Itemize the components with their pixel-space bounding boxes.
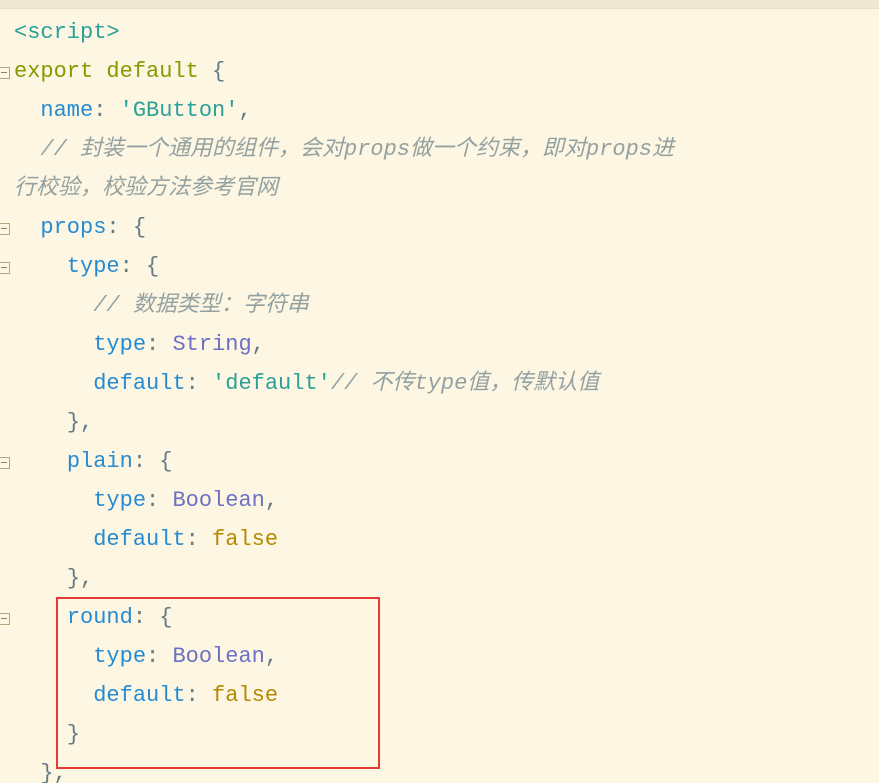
key-type: type	[93, 644, 146, 669]
tab-strip	[0, 0, 879, 9]
comment: // 数据类型：字符串	[93, 293, 309, 318]
comment: // 封装一个通用的组件，会对props做一个约束，即对props进	[40, 137, 674, 162]
code-line: type: String,	[0, 325, 879, 364]
bool-false: false	[212, 683, 278, 708]
fold-icon[interactable]	[0, 457, 10, 469]
fold-icon[interactable]	[0, 223, 10, 235]
code-line: type: Boolean,	[0, 637, 879, 676]
str-default: 'default'	[212, 371, 331, 396]
brace: {	[212, 59, 225, 84]
key-default: default	[93, 527, 185, 552]
code-line: // 封装一个通用的组件，会对props做一个约束，即对props进	[0, 130, 879, 169]
fold-icon[interactable]	[0, 262, 10, 274]
key-props: props	[40, 215, 106, 240]
code-line: round: {	[0, 598, 879, 637]
code-editor[interactable]: <script> export default { name: 'GButton…	[0, 9, 879, 783]
comment: // 不传type值，传默认值	[331, 371, 599, 396]
code-line: 行校验，校验方法参考官网	[0, 169, 879, 208]
fold-icon[interactable]	[0, 613, 10, 625]
key-type: type	[93, 332, 146, 357]
code-line: <script>	[0, 13, 879, 52]
code-line: plain: {	[0, 442, 879, 481]
str-gbutton: 'GButton'	[120, 98, 239, 123]
bool-false: false	[212, 527, 278, 552]
code-line: props: {	[0, 208, 879, 247]
code-line: },	[0, 754, 879, 783]
key-default: default	[93, 683, 185, 708]
key-default: default	[93, 371, 185, 396]
type-string: String	[172, 332, 251, 357]
tag-script-open: <script>	[14, 20, 120, 45]
code-line: },	[0, 403, 879, 442]
key-round: round	[67, 605, 133, 630]
code-line: // 数据类型：字符串	[0, 286, 879, 325]
code-line: default: 'default'// 不传type值，传默认值	[0, 364, 879, 403]
code-line: default: false	[0, 676, 879, 715]
comment: 行校验，校验方法参考官网	[14, 176, 278, 201]
key-type: type	[93, 488, 146, 513]
key-plain: plain	[67, 449, 133, 474]
kw-export: export default	[14, 59, 212, 84]
code-line: },	[0, 559, 879, 598]
key-type: type	[67, 254, 120, 279]
fold-icon[interactable]	[0, 67, 10, 79]
type-boolean: Boolean	[172, 488, 264, 513]
key-name: name	[40, 98, 93, 123]
code-line: }	[0, 715, 879, 754]
code-line: type: {	[0, 247, 879, 286]
code-line: default: false	[0, 520, 879, 559]
code-line: export default {	[0, 52, 879, 91]
code-line: name: 'GButton',	[0, 91, 879, 130]
type-boolean: Boolean	[172, 644, 264, 669]
code-line: type: Boolean,	[0, 481, 879, 520]
